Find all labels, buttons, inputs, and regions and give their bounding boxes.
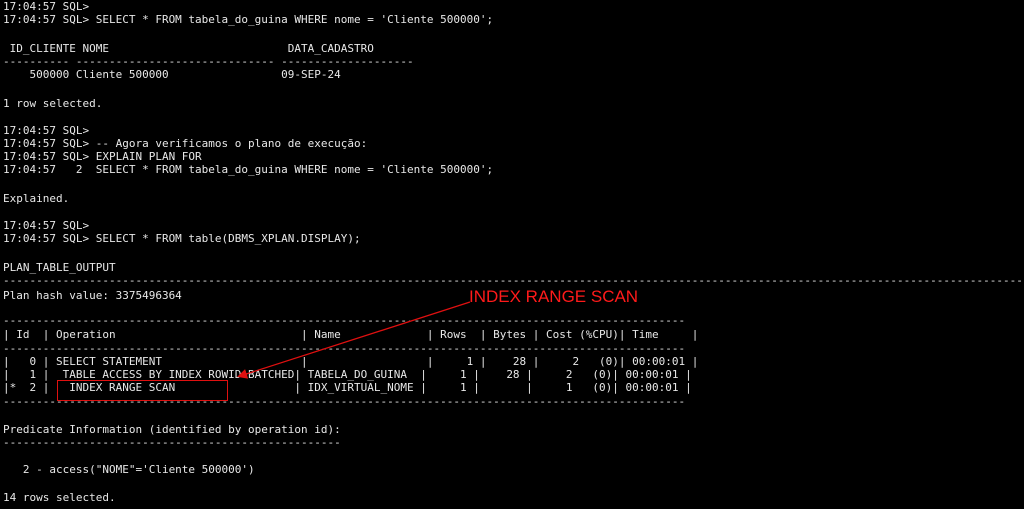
plan-table-header: | Id | Operation | Name | Rows | Bytes |… (3, 328, 699, 341)
terminal-window[interactable]: 17:04:57 SQL> 17:04:57 SQL> SELECT * FRO… (0, 0, 1024, 509)
result-row: 500000 Cliente 500000 09-SEP-24 (3, 68, 341, 81)
terminal-line: 17:04:57 SQL> (3, 219, 90, 232)
plan-table-rule-mid: ----------------------------------------… (3, 342, 686, 355)
result-separator: ---------- -----------------------------… (3, 55, 414, 68)
terminal-line: 17:04:57 SQL> -- Agora verificamos o pla… (3, 137, 368, 150)
row-count: 1 row selected. (3, 97, 103, 110)
terminal-line: 17:04:57 SQL> (3, 0, 90, 13)
row-count: 14 rows selected. (3, 491, 116, 504)
predicate-header: Predicate Information (identified by ope… (3, 423, 341, 436)
terminal-line: 17:04:57 SQL> EXPLAIN PLAN FOR (3, 150, 202, 163)
terminal-line: 17:04:57 2 SELECT * FROM tabela_do_guina… (3, 163, 494, 176)
terminal-line: 17:04:57 SQL> SELECT * FROM table(DBMS_X… (3, 232, 361, 245)
plan-hash-value: Plan hash value: 3375496364 (3, 289, 182, 302)
plan-output-rule: ----------------------------------------… (3, 274, 1021, 287)
plan-table-rule-top: ----------------------------------------… (3, 314, 686, 327)
plan-table-row: | 0 | SELECT STATEMENT | | 1 | 28 | 2 (0… (3, 355, 699, 368)
terminal-line: 17:04:57 SQL> SELECT * FROM tabela_do_gu… (3, 13, 494, 26)
predicate-rule: ----------------------------------------… (3, 436, 341, 449)
terminal-line: Explained. (3, 192, 70, 205)
predicate-line: 2 - access("NOME"='Cliente 500000') (3, 463, 255, 476)
result-header: ID_CLIENTE NOME DATA_CADASTRO (3, 42, 374, 55)
plan-output-header: PLAN_TABLE_OUTPUT (3, 261, 116, 274)
highlight-box (57, 380, 228, 401)
terminal-line: 17:04:57 SQL> (3, 124, 90, 137)
annotation-label: INDEX RANGE SCAN (469, 287, 639, 306)
